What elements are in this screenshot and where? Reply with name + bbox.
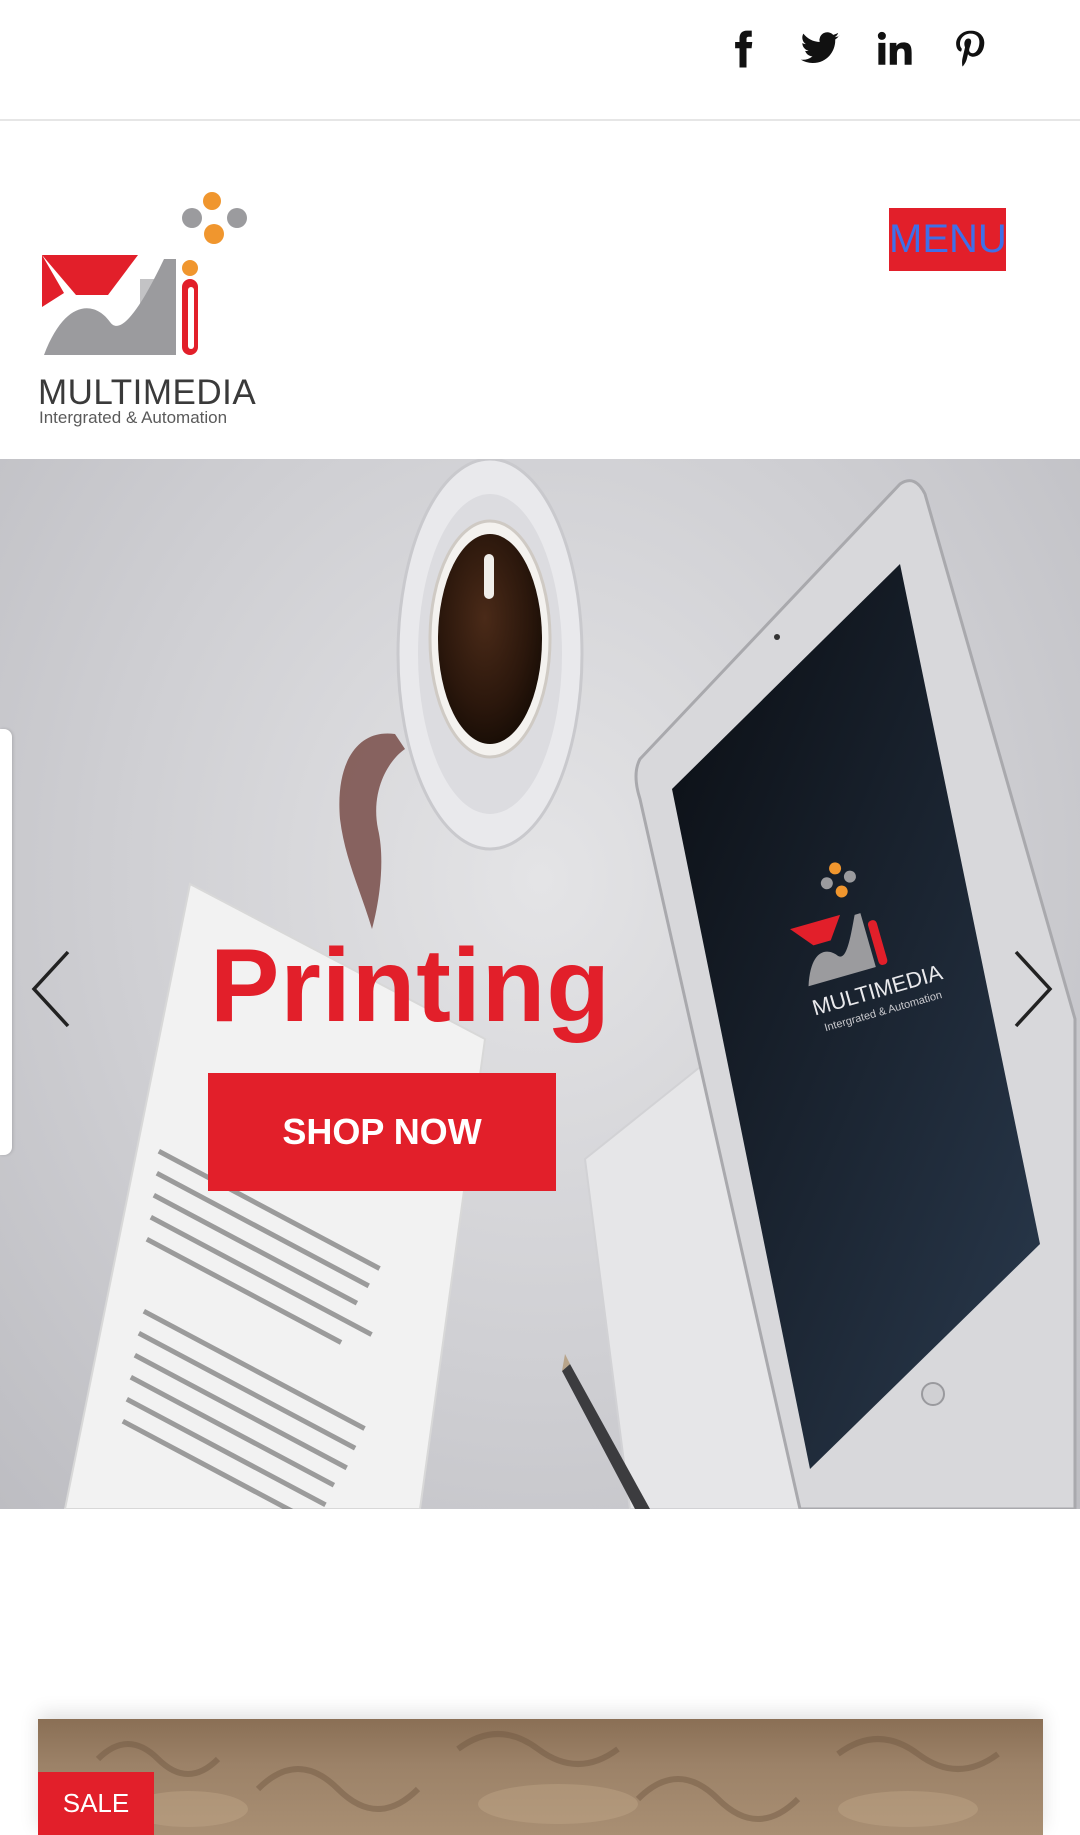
knit-texture-image xyxy=(95,1731,1000,1827)
linkedin-icon[interactable] xyxy=(872,26,918,72)
shop-now-button[interactable]: SHOP NOW xyxy=(208,1073,556,1191)
hero-title: Printing xyxy=(210,928,611,1044)
facebook-icon[interactable] xyxy=(720,26,766,72)
slider-next-button[interactable] xyxy=(1006,944,1056,1034)
site-header: MULTIMEDIA Intergrated & Automation MENU xyxy=(0,121,1080,459)
chevron-right-icon xyxy=(1014,950,1053,1028)
slider-prev-button[interactable] xyxy=(28,944,78,1034)
hero-slider: MULTIMEDIA Intergrated & Automation Prin… xyxy=(0,459,1080,1509)
logo-tagline-text: Intergrated & Automation xyxy=(39,408,228,427)
sale-badge: SALE xyxy=(38,1772,154,1835)
section-spacer xyxy=(0,1509,1080,1719)
chevron-left-icon xyxy=(31,950,70,1028)
social-bar xyxy=(0,0,1080,121)
logo-mark xyxy=(42,192,247,355)
pinterest-icon[interactable] xyxy=(948,26,994,72)
product-card-image[interactable] xyxy=(38,1719,1043,1835)
site-logo[interactable]: MULTIMEDIA Intergrated & Automation xyxy=(36,187,257,427)
menu-button[interactable]: MENU xyxy=(889,208,1007,271)
logo-brand-text: MULTIMEDIA xyxy=(38,373,257,412)
twitter-icon[interactable] xyxy=(797,26,843,72)
side-feedback-tab[interactable] xyxy=(0,729,12,1155)
